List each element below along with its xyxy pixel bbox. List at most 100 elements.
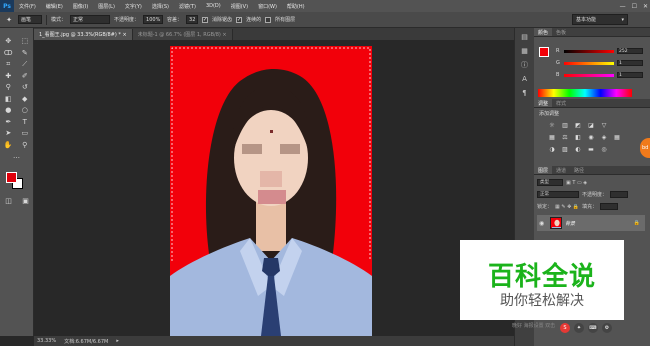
close-button[interactable]: ✕ xyxy=(643,3,648,10)
move-tool-icon[interactable]: ✥ xyxy=(2,37,14,47)
green-value-input[interactable]: 1 xyxy=(617,60,643,66)
zoom-level[interactable]: 33.33% xyxy=(37,338,56,344)
tolerance-input[interactable]: 32 xyxy=(186,15,199,24)
menu-layer[interactable]: 图层(L) xyxy=(93,3,120,10)
paragraph-icon[interactable]: ¶ xyxy=(519,88,531,98)
chevron-right-icon[interactable]: ▸ xyxy=(116,338,119,344)
paint-bucket-icon[interactable]: ◆ xyxy=(19,94,31,104)
invert-icon[interactable]: ◑ xyxy=(548,146,556,153)
more-tools-icon[interactable]: … xyxy=(11,152,23,162)
canvas-area[interactable] xyxy=(34,40,514,336)
marquee-tool-icon[interactable]: ⬚ xyxy=(19,37,31,47)
character-icon[interactable]: A xyxy=(519,74,531,84)
layer-fill-input[interactable] xyxy=(600,203,619,210)
tab-styles[interactable]: 样式 xyxy=(552,99,570,107)
slider-red[interactable]: R 252 xyxy=(556,47,646,55)
eye-icon[interactable]: ◉ xyxy=(539,220,547,227)
green-slider-track[interactable] xyxy=(564,61,614,65)
eyedropper-tool-icon[interactable]: ⟋ xyxy=(19,60,31,70)
exposure-icon[interactable]: ◪ xyxy=(587,122,595,129)
tab-paths[interactable]: 路径 xyxy=(570,166,588,174)
posterize-icon[interactable]: ▨ xyxy=(561,146,569,153)
antialias-checkbox[interactable]: ✓ xyxy=(202,16,209,23)
fg-color-preview[interactable] xyxy=(539,47,549,57)
maximize-button[interactable]: ☐ xyxy=(632,3,637,10)
workspace-select[interactable]: 基本功能 ▾ xyxy=(572,14,628,25)
tab-adjustments[interactable]: 调整 xyxy=(534,99,553,107)
screen-mode-icon[interactable]: ▣ xyxy=(20,197,32,207)
dodge-tool-icon[interactable]: ○ xyxy=(19,106,31,116)
contiguous-checkbox[interactable]: ✓ xyxy=(236,16,243,23)
menu-file[interactable]: 文件(F) xyxy=(14,3,41,10)
crop-tool-icon[interactable]: ⌗ xyxy=(2,60,14,70)
layer-name[interactable]: 背景 xyxy=(565,220,631,227)
mode-select[interactable]: 正常 xyxy=(70,15,111,24)
lock-icons[interactable]: ▦ ✎ ✥ 🔒 xyxy=(555,204,579,210)
sogou-icon[interactable]: S xyxy=(560,323,570,333)
menu-edit[interactable]: 编辑(E) xyxy=(41,3,68,10)
shape-tool-icon[interactable]: ▭ xyxy=(19,129,31,139)
tab-document-1[interactable]: 1_看图王.jpg @ 33.3%(RGB/8#) * × xyxy=(34,29,133,40)
hue-saturation-icon[interactable]: ▦ xyxy=(548,134,556,141)
filter-icons[interactable]: ▣ T ▭ ◈ xyxy=(566,180,587,186)
type-tool-icon[interactable]: T xyxy=(19,117,31,127)
minimize-button[interactable]: — xyxy=(620,3,626,10)
blue-slider-track[interactable] xyxy=(564,73,614,77)
slider-green[interactable]: G 1 xyxy=(556,59,646,67)
eraser-tool-icon[interactable]: ◧ xyxy=(2,94,14,104)
tab-color[interactable]: 颜色 xyxy=(534,28,553,36)
healing-brush-icon[interactable]: ✚ xyxy=(2,71,14,81)
levels-icon[interactable]: ▥ xyxy=(561,122,569,129)
magic-wand-icon[interactable]: ✦ xyxy=(4,15,14,25)
menu-filter[interactable]: 滤镜(T) xyxy=(174,3,201,10)
pen-tool-icon[interactable]: ✒ xyxy=(2,117,14,127)
threshold-icon[interactable]: ◐ xyxy=(574,146,582,153)
photo-filter-icon[interactable]: ◉ xyxy=(587,134,595,141)
channel-mixer-icon[interactable]: ◈ xyxy=(600,134,608,141)
color-balance-icon[interactable]: ⚖ xyxy=(561,134,569,141)
black-white-icon[interactable]: ◧ xyxy=(574,134,582,141)
side-badge-icon[interactable]: bd xyxy=(640,138,650,158)
tab-document-2[interactable]: 未标题-1 @ 66.7% (图层 1, RGB/8) × xyxy=(132,29,233,40)
foreground-color-swatch[interactable] xyxy=(6,172,17,183)
blend-mode-select[interactable]: 正常 xyxy=(537,191,579,198)
tool-preset-select[interactable]: 画笔 xyxy=(18,15,42,24)
tab-swatches[interactable]: 色板 xyxy=(552,28,570,36)
history-brush-icon[interactable]: ↺ xyxy=(19,83,31,93)
lasso-tool-icon[interactable]: ↀ xyxy=(2,48,14,58)
menu-type[interactable]: 文字(Y) xyxy=(120,3,147,10)
blur-tool-icon[interactable]: ● xyxy=(2,106,14,116)
red-slider-track[interactable] xyxy=(564,49,614,53)
clone-stamp-icon[interactable]: ⚲ xyxy=(2,83,14,93)
quick-select-tool-icon[interactable]: ✎ xyxy=(19,48,31,58)
vibrance-icon[interactable]: ▽ xyxy=(600,122,608,129)
brightness-icon[interactable]: ☼ xyxy=(548,122,556,129)
zoom-tool-icon[interactable]: ⚲ xyxy=(19,140,31,150)
tab-layers[interactable]: 图层 xyxy=(534,166,553,174)
curves-icon[interactable]: ◩ xyxy=(574,122,582,129)
menu-select[interactable]: 选择(S) xyxy=(147,3,174,10)
all-layers-checkbox[interactable] xyxy=(265,16,272,23)
brush-tool-icon[interactable]: ✐ xyxy=(19,71,31,81)
menu-help[interactable]: 帮助(H) xyxy=(282,3,310,10)
id-photo[interactable] xyxy=(170,46,372,336)
layer-row-background[interactable]: ◉ 背景 🔒 xyxy=(537,215,645,231)
quick-mask-icon[interactable]: ◫ xyxy=(3,197,15,207)
menu-view[interactable]: 视图(V) xyxy=(226,3,253,10)
layer-filter-select[interactable]: 类型 xyxy=(537,179,563,186)
settings-icon[interactable]: ⚙ xyxy=(602,323,612,333)
color-lookup-icon[interactable]: ▦ xyxy=(613,134,621,141)
properties-icon[interactable]: ▦ xyxy=(519,46,531,56)
gradient-map-icon[interactable]: ▬ xyxy=(587,146,595,153)
opacity-input[interactable]: 100% xyxy=(143,15,164,24)
path-select-icon[interactable]: ➤ xyxy=(2,129,14,139)
menu-3d[interactable]: 3D(D) xyxy=(201,3,226,9)
menu-window[interactable]: 窗口(W) xyxy=(253,3,282,10)
info-icon[interactable]: ⓘ xyxy=(519,60,531,70)
color-spectrum-bar[interactable] xyxy=(538,89,632,97)
mic-icon[interactable]: ✦ xyxy=(574,323,584,333)
selective-color-icon[interactable]: ◎ xyxy=(600,146,608,153)
tab-channels[interactable]: 通道 xyxy=(552,166,570,174)
history-icon[interactable]: ▤ xyxy=(519,32,531,42)
red-value-input[interactable]: 252 xyxy=(617,48,643,54)
